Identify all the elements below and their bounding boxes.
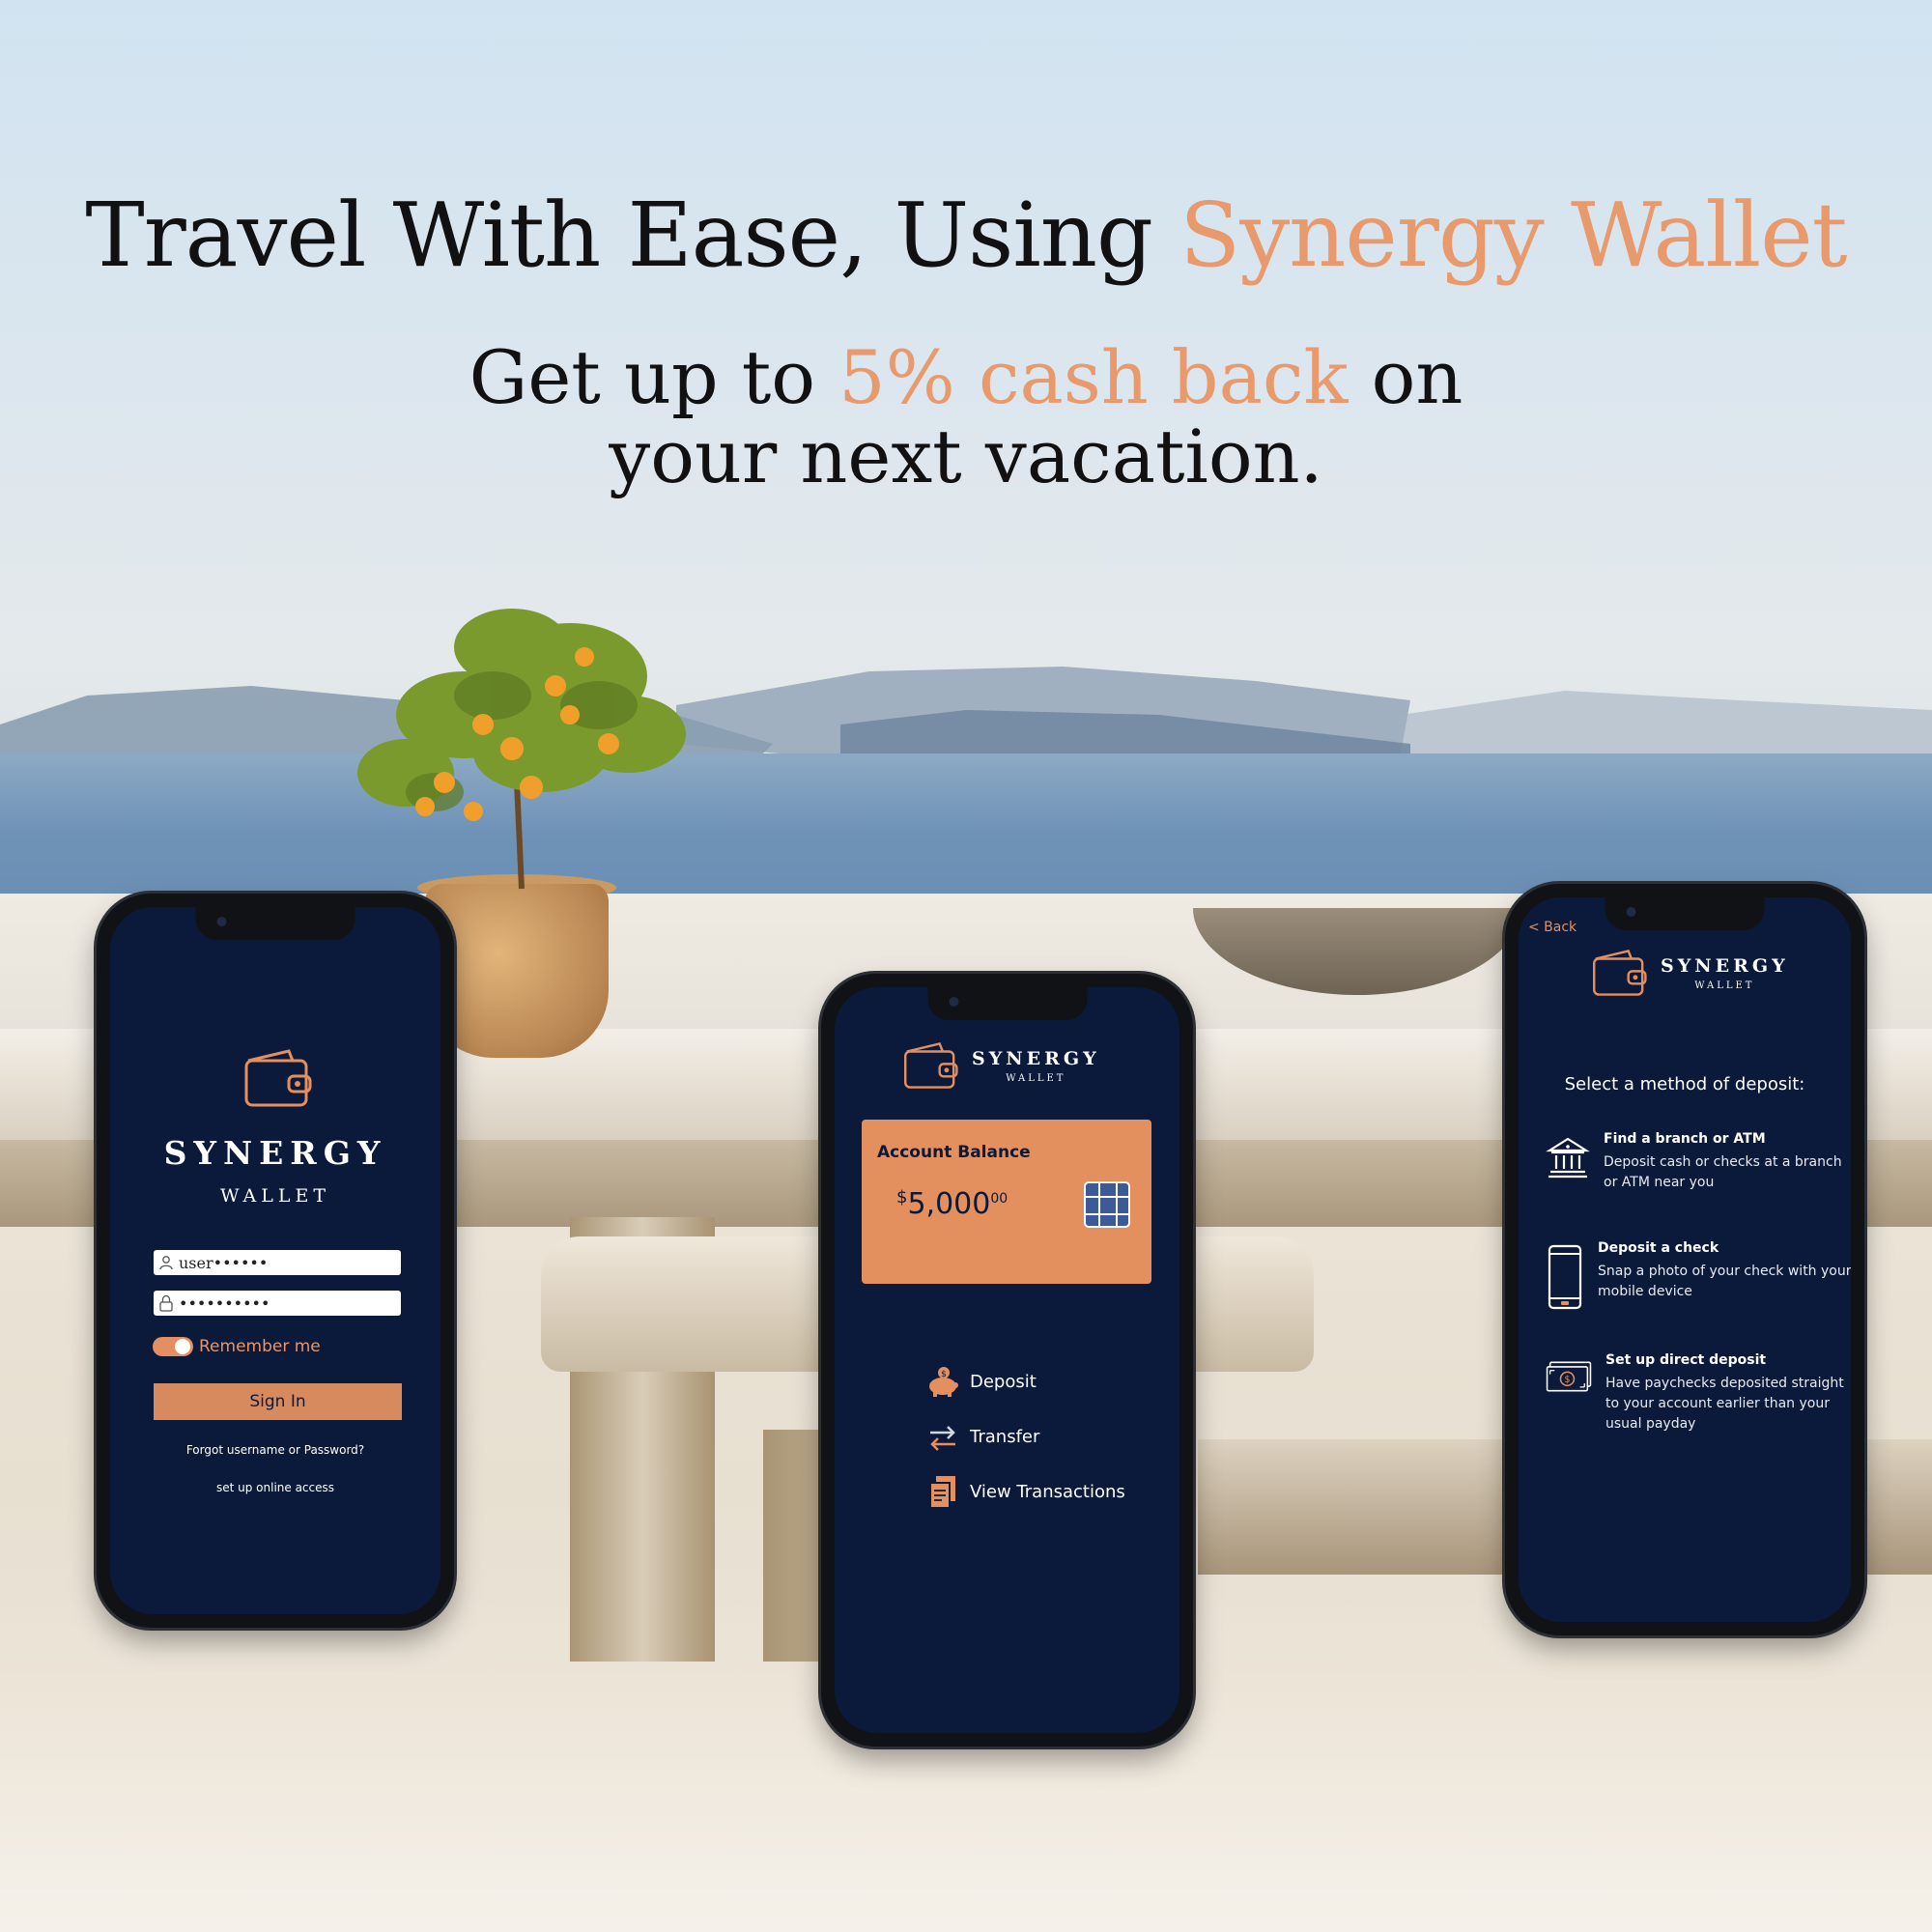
svg-text:$: $ <box>1564 1375 1570 1385</box>
orange-tree <box>357 609 686 890</box>
back-link[interactable]: < Back <box>1528 920 1577 935</box>
documents-icon <box>923 1474 962 1511</box>
balance-cents: 00 <box>990 1191 1009 1207</box>
deposit-option-branch-atm[interactable]: Find a branch or ATM Deposit cash or che… <box>1546 1131 1851 1193</box>
mobile-phone-icon <box>1546 1240 1584 1312</box>
brand-text: SYNERGY WALLET <box>972 1048 1100 1084</box>
brand-text: SYNERGY WALLET <box>1661 955 1789 991</box>
card-chip-icon <box>1084 1181 1130 1228</box>
deposit-option-direct-deposit[interactable]: $ Set up direct deposit Have paychecks d… <box>1546 1352 1851 1435</box>
forgot-credentials-link[interactable]: Forgot username or Password? <box>110 1443 440 1457</box>
menu-item-deposit[interactable]: $ Deposit <box>923 1354 1125 1409</box>
wallet-icon <box>244 1049 312 1107</box>
brand-subtitle: WALLET <box>219 1185 331 1207</box>
phone-notch <box>1605 897 1765 930</box>
subline-part1: Get up to <box>469 334 839 420</box>
password-field[interactable] <box>154 1291 401 1316</box>
menu-label: View Transactions <box>970 1482 1125 1502</box>
wallet-icon <box>1593 950 1647 996</box>
option-description: Snap a photo of your check with your mob… <box>1598 1264 1851 1299</box>
deposit-screen: < Back SYNERGY WALLET Select a method of… <box>1519 897 1851 1622</box>
headline: Travel With Ease, Using Synergy Wallet <box>0 184 1932 287</box>
remember-label: Remember me <box>199 1337 321 1356</box>
deposit-option-check[interactable]: Deposit a check Snap a photo of your che… <box>1546 1240 1851 1312</box>
login-screen: SYNERGY WALLET Remember me Sign In Forgo… <box>110 907 440 1614</box>
username-input[interactable] <box>179 1253 391 1272</box>
option-description: Deposit cash or checks at a branch or AT… <box>1604 1154 1842 1190</box>
balance-amount: $5,00000 <box>896 1187 1008 1221</box>
phone-notch <box>927 987 1087 1020</box>
dashboard-phone: SYNERGY WALLET Account Balance $5,00000 … <box>821 974 1193 1747</box>
option-text: Set up direct deposit Have paychecks dep… <box>1605 1352 1851 1435</box>
remember-me[interactable]: Remember me <box>153 1337 321 1356</box>
subline-line2: your next vacation. <box>609 413 1323 499</box>
remember-toggle[interactable] <box>153 1337 193 1356</box>
dashboard-screen: SYNERGY WALLET Account Balance $5,00000 … <box>835 987 1179 1733</box>
subheadline: Get up to 5% cash back on your next vaca… <box>0 338 1932 497</box>
menu-label: Transfer <box>970 1427 1040 1447</box>
lock-icon <box>154 1294 179 1312</box>
subline-part2: on <box>1348 334 1463 420</box>
headline-prefix: Travel With Ease, Using <box>85 184 1180 287</box>
option-title: Find a branch or ATM <box>1604 1131 1766 1147</box>
transfer-icon <box>923 1423 962 1452</box>
username-field[interactable] <box>154 1250 401 1275</box>
action-menu: $ Deposit Transfer View Transactions <box>923 1354 1125 1520</box>
brand-logo: SYNERGY WALLET <box>1591 948 1789 998</box>
cash-icon: $ <box>1546 1352 1592 1435</box>
menu-item-transfer[interactable]: Transfer <box>923 1409 1125 1464</box>
brand-subtitle: WALLET <box>1694 980 1755 991</box>
subline-cashback: 5% cash back <box>838 334 1349 420</box>
menu-item-view-transactions[interactable]: View Transactions <box>923 1464 1125 1520</box>
brand-subtitle: WALLET <box>1006 1072 1066 1084</box>
password-input[interactable] <box>179 1293 391 1313</box>
login-phone: SYNERGY WALLET Remember me Sign In Forgo… <box>97 894 454 1628</box>
deposit-heading: Select a method of deposit: <box>1564 1074 1805 1094</box>
piggy-bank-icon: $ <box>923 1366 962 1399</box>
option-description: Have paychecks deposited straight to you… <box>1605 1376 1844 1432</box>
sign-in-button[interactable]: Sign In <box>154 1383 402 1420</box>
svg-text:$: $ <box>941 1370 947 1379</box>
menu-label: Deposit <box>970 1372 1037 1392</box>
user-icon <box>154 1255 179 1270</box>
balance-currency: $ <box>896 1187 908 1208</box>
setup-online-access-link[interactable]: set up online access <box>110 1481 440 1494</box>
deposit-phone: < Back SYNERGY WALLET Select a method of… <box>1505 884 1864 1635</box>
balance-label: Account Balance <box>877 1143 1031 1162</box>
balance-value: 5,000 <box>907 1187 991 1221</box>
wallet-icon <box>904 1042 958 1089</box>
bank-icon <box>1546 1131 1590 1193</box>
brand-logo: SYNERGY WALLET <box>902 1040 1100 1091</box>
brand-name: SYNERGY <box>163 1134 387 1172</box>
brand-name: SYNERGY <box>972 1047 1100 1069</box>
option-title: Set up direct deposit <box>1605 1352 1767 1368</box>
brand-name: SYNERGY <box>1661 954 1789 977</box>
option-text: Deposit a check Snap a photo of your che… <box>1598 1240 1851 1312</box>
phone-notch <box>195 907 355 940</box>
account-balance-card[interactable]: Account Balance $5,00000 <box>862 1120 1151 1284</box>
option-text: Find a branch or ATM Deposit cash or che… <box>1604 1131 1851 1193</box>
headline-brand: Synergy Wallet <box>1179 184 1847 287</box>
option-title: Deposit a check <box>1598 1240 1719 1256</box>
